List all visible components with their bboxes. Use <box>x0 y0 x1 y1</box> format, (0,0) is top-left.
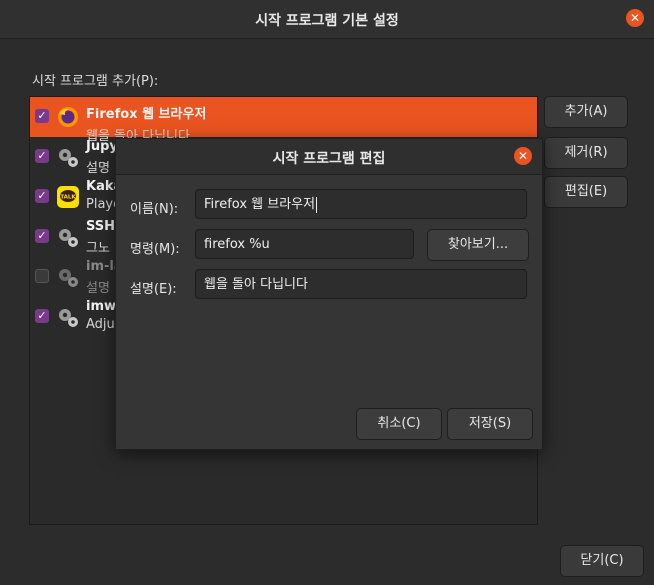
item-name: SSH <box>86 219 116 234</box>
list-item-firefox[interactable]: ✓ Firefox 웹 브라우저 웹을 돌아 다닙니다 <box>30 97 537 144</box>
remove-button[interactable]: 제거(R) <box>544 137 628 169</box>
text-caret <box>316 196 318 213</box>
item-desc: Adju <box>86 317 115 332</box>
enable-checkbox[interactable]: ✓ <box>35 189 49 203</box>
item-desc: 설명 <box>86 281 110 296</box>
add-button[interactable]: 추가(A) <box>544 96 628 128</box>
comment-field[interactable]: 웹을 돌아 다닙니다 <box>195 269 527 299</box>
comment-label: 설명(E): <box>130 282 177 297</box>
firefox-icon <box>58 107 78 127</box>
close-button[interactable]: 닫기(C) <box>560 545 644 577</box>
gears-icon <box>59 229 78 247</box>
browse-button[interactable]: 찾아보기... <box>427 229 529 261</box>
save-button[interactable]: 저장(S) <box>447 408 533 440</box>
enable-checkbox[interactable]: ✓ <box>35 309 49 323</box>
window-title: 시작 프로그램 기본 설정 <box>255 13 399 29</box>
startup-list-label: 시작 프로그램 추가(P): <box>32 74 159 89</box>
edit-button[interactable]: 편집(E) <box>544 176 628 208</box>
enable-checkbox[interactable]: ✓ <box>35 109 49 123</box>
item-name: Jupy <box>86 139 118 154</box>
enable-checkbox[interactable] <box>35 269 49 283</box>
enable-checkbox[interactable]: ✓ <box>35 149 49 163</box>
name-label: 이름(N): <box>130 202 179 217</box>
item-name: Firefox 웹 브라우저 <box>86 107 207 122</box>
window-close-button[interactable]: ✕ <box>626 9 644 27</box>
kakaotalk-icon: TALK <box>57 186 79 208</box>
title-bar: 시작 프로그램 기본 설정 ✕ <box>0 0 654 39</box>
dialog-title: 시작 프로그램 편집 <box>272 151 386 167</box>
edit-startup-dialog: 시작 프로그램 편집 ✕ 이름(N): Firefox 웹 브라우저 명령(M)… <box>115 138 543 450</box>
cancel-button[interactable]: 취소(C) <box>356 408 442 440</box>
dialog-close-button[interactable]: ✕ <box>514 147 532 165</box>
name-field-value: Firefox 웹 브라우저 <box>204 197 316 212</box>
gears-icon <box>59 149 78 167</box>
item-desc: 그노 <box>86 241 110 256</box>
enable-checkbox[interactable]: ✓ <box>35 229 49 243</box>
gears-icon <box>59 309 78 327</box>
name-field[interactable]: Firefox 웹 브라우저 <box>195 189 527 219</box>
gears-icon <box>59 269 78 287</box>
item-desc: 설명 <box>86 161 110 176</box>
dialog-title-bar: 시작 프로그램 편집 ✕ <box>116 139 542 175</box>
kakaotalk-badge-text: TALK <box>60 195 76 201</box>
command-field[interactable]: firefox %u <box>195 229 414 259</box>
command-label: 명령(M): <box>130 242 180 257</box>
